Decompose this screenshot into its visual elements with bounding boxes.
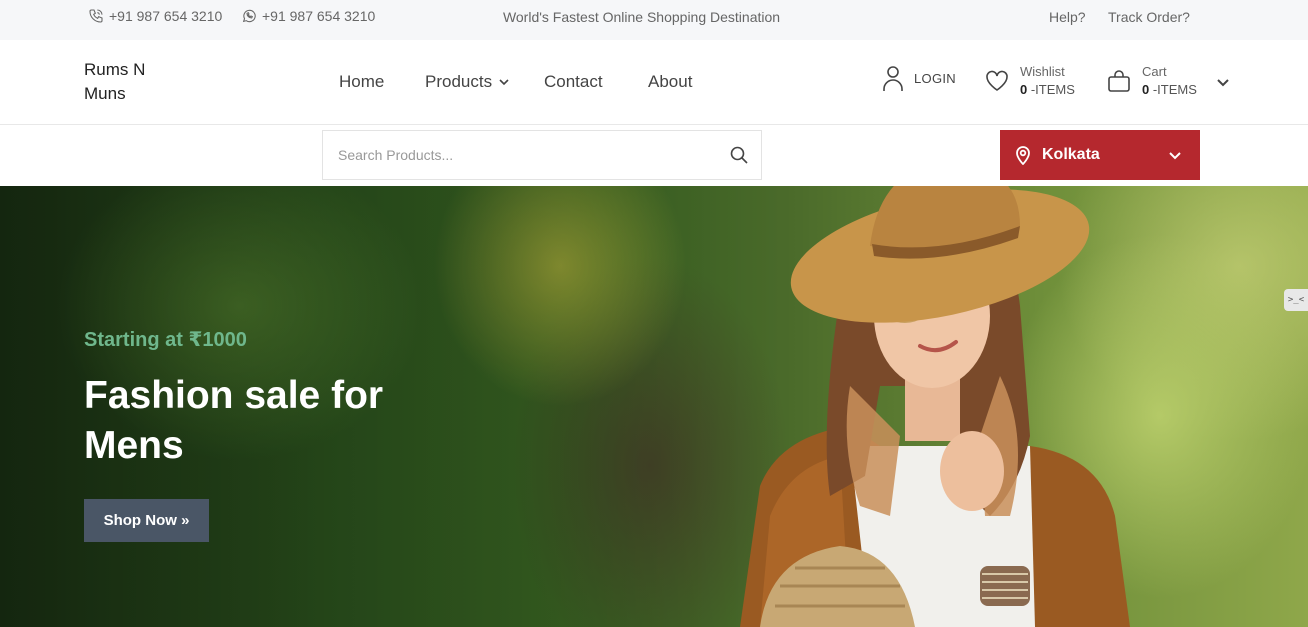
cart-count: 0 -ITEMS [1142, 82, 1197, 97]
search-input[interactable] [323, 131, 703, 179]
nav-products-label: Products [425, 72, 493, 91]
nav-about[interactable]: About [648, 72, 692, 92]
logo-line-1: Rums N [84, 60, 146, 79]
location-city: Kolkata [1042, 146, 1100, 163]
search-box [322, 130, 762, 180]
hero-banner: Starting at ₹1000 Fashion sale for Mens … [0, 186, 1308, 627]
search-row: Kolkata [0, 125, 1308, 186]
user-icon [883, 66, 903, 91]
help-link[interactable]: Help? [1049, 9, 1086, 25]
cart-button[interactable]: Cart 0 -ITEMS [1106, 63, 1197, 99]
nav-contact[interactable]: Contact [544, 72, 603, 92]
tagline: World's Fastest Online Shopping Destinat… [502, 9, 781, 25]
main-header: Rums N Muns Home Products Contact About … [0, 40, 1308, 125]
chevron-down-icon [499, 79, 509, 86]
hero-title: Fashion sale for Mens [84, 374, 384, 467]
wishlist-button[interactable]: Wishlist 0 -ITEMS [984, 63, 1075, 99]
logo-line-2: Muns [84, 84, 126, 103]
hero-model-image [740, 186, 1130, 627]
top-bar: +91 987 654 3210 +91 987 654 3210 World'… [0, 0, 1308, 40]
nav-products[interactable]: Products [425, 72, 510, 92]
chevron-down-icon[interactable] [1216, 75, 1230, 89]
hero-subtitle: Starting at ₹1000 [84, 329, 247, 351]
nav-home[interactable]: Home [339, 72, 384, 92]
wishlist-count: 0 -ITEMS [1020, 82, 1075, 97]
search-icon[interactable] [729, 145, 749, 165]
login-button[interactable]: LOGIN [880, 64, 956, 92]
chevron-down-icon [1169, 152, 1181, 160]
wishlist-label: Wishlist [1020, 64, 1065, 79]
side-tab-handle[interactable]: >_< [1284, 289, 1308, 311]
site-logo[interactable]: Rums N Muns [84, 58, 164, 106]
track-order-link[interactable]: Track Order? [1108, 9, 1190, 25]
cart-label: Cart [1142, 64, 1167, 79]
login-label: LOGIN [914, 70, 956, 86]
shop-now-button[interactable]: Shop Now » [84, 499, 209, 542]
bag-icon [1108, 70, 1130, 92]
map-pin-icon [1016, 146, 1030, 165]
heart-icon [986, 70, 1008, 91]
location-selector[interactable]: Kolkata [1000, 130, 1200, 180]
